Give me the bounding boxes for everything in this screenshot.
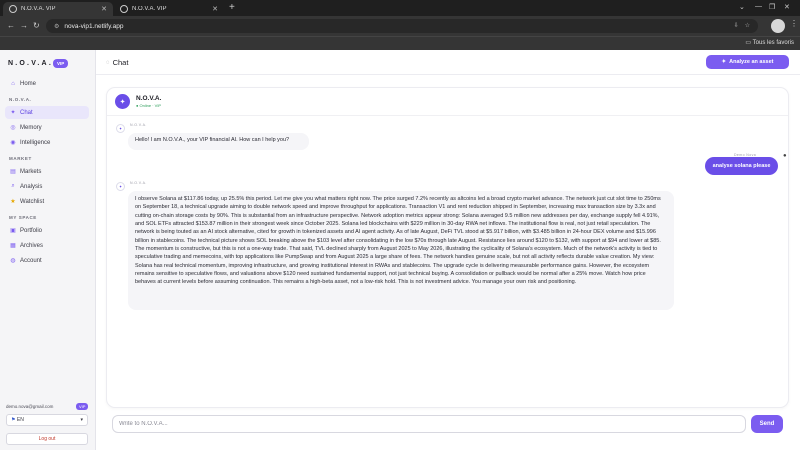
top-bar: ◌ Chat ✦ Analyze an asset [96, 50, 800, 75]
language-select[interactable]: ⚑ EN ▾ [6, 414, 88, 426]
browser-tab-active[interactable]: N.O.V.A. VIP ✕ [3, 2, 113, 16]
intelligence-icon: ◉ [10, 140, 16, 146]
sidebar-item-account[interactable]: ◍ Account [5, 254, 89, 267]
sidebar-item-portfolio[interactable]: ▣ Portfolio [5, 224, 89, 237]
chat-input[interactable] [112, 415, 746, 433]
install-icon[interactable]: ⇩ [734, 22, 739, 29]
chat-icon: ✦ [10, 110, 16, 116]
assistant-message-icon: ✦ [116, 124, 125, 133]
tab-title: N.O.V.A. VIP [21, 6, 56, 12]
account-icon: ◍ [10, 258, 16, 264]
globe-icon [120, 5, 128, 13]
home-icon: ⌂ [11, 80, 15, 87]
address-bar[interactable]: ⚙ nova-vip1.netlify.app ⇩ ☆ [46, 19, 758, 33]
tab-search-icon[interactable]: ⌄ [739, 3, 745, 11]
close-icon[interactable]: ✕ [101, 5, 107, 13]
assistant-avatar: ✦ [115, 94, 130, 109]
send-button[interactable]: Send [751, 415, 783, 433]
message-sender: N.O.V.A. [130, 181, 147, 185]
sidebar-item-home[interactable]: ⌂ Home [5, 77, 89, 90]
nav-bar: ← → ↻ ⚙ nova-vip1.netlify.app ⇩ ☆ ⋮ [0, 16, 800, 36]
star-icon: ★ [10, 199, 16, 205]
profile-avatar[interactable] [771, 19, 785, 33]
app-logo[interactable]: N.O.V.A. [8, 60, 53, 67]
user-message: analyse solana please [705, 157, 778, 175]
sidebar-item-analysis[interactable]: ⌕ Analysis [5, 180, 89, 193]
section-label-nova: N.O.V.A. [9, 97, 32, 102]
forward-icon[interactable]: → [20, 21, 28, 31]
flag-icon: ⚑ [11, 417, 16, 423]
minimize-icon[interactable]: — [755, 3, 762, 10]
globe-icon [9, 5, 17, 13]
page-title: ◌ Chat [106, 58, 129, 67]
assistant-message: Hello! I am N.O.V.A., your VIP financial… [128, 133, 309, 150]
browser-menu-icon[interactable]: ⋮ [790, 19, 798, 28]
sidebar: N.O.V.A. VIP ⌂ Home N.O.V.A. ✦ Chat ◎ Memor… [0, 50, 96, 450]
tab-bar: N.O.V.A. VIP ✕ N.O.V.A. VIP ✕ + ⌄ — ❐ ✕ [0, 0, 800, 16]
close-icon[interactable]: ✕ [212, 5, 218, 13]
language-value: EN [16, 417, 24, 423]
section-label-myspace: MY SPACE [9, 215, 37, 220]
assistant-status: ● Online · VIP [136, 103, 162, 108]
chevron-down-icon: ▾ [80, 417, 83, 423]
window-close-icon[interactable]: ✕ [784, 3, 790, 11]
user-vip-badge: VIP [76, 403, 89, 410]
divider [107, 115, 788, 116]
sidebar-item-memory[interactable]: ◎ Memory [5, 121, 89, 134]
analyze-asset-button[interactable]: ✦ Analyze an asset [706, 55, 789, 69]
assistant-message: I observe Solana at $117.86 today, up 25… [128, 191, 674, 310]
section-label-market: MARKET [9, 156, 32, 161]
sidebar-item-archives[interactable]: ▦ Archives [5, 239, 89, 252]
plus-icon: ✦ [721, 59, 727, 65]
browser-chrome: N.O.V.A. VIP ✕ N.O.V.A. VIP ✕ + ⌄ — ❐ ✕ … [0, 0, 800, 50]
archive-icon: ▦ [10, 243, 16, 249]
url-text: nova-vip1.netlify.app [64, 22, 124, 30]
sidebar-item-chat[interactable]: ✦ Chat [5, 106, 89, 119]
all-bookmarks-link[interactable]: ▭ Tous les favoris [745, 39, 794, 46]
sidebar-item-intelligence[interactable]: ◉ Intelligence [5, 136, 89, 149]
browser-tab[interactable]: N.O.V.A. VIP ✕ [114, 2, 224, 16]
user-email: demo.nova@gmail.com [6, 404, 54, 409]
bookmarks-bar: ▭ Tous les favoris [0, 36, 800, 50]
bookmark-star-icon[interactable]: ☆ [745, 22, 750, 29]
chat-bubble-icon: ◌ [106, 59, 110, 66]
site-info-icon[interactable]: ⚙ [54, 23, 59, 30]
assistant-message-icon: ✦ [116, 182, 125, 191]
message-sender: N.O.V.A. [130, 123, 147, 127]
maximize-icon[interactable]: ❐ [769, 3, 775, 11]
analysis-icon: ⌕ [11, 183, 15, 189]
logout-button[interactable]: Log out [6, 433, 88, 445]
user-icon: ● [783, 153, 787, 159]
memory-icon: ◎ [10, 125, 16, 131]
back-icon[interactable]: ← [7, 21, 15, 31]
reload-icon[interactable]: ↻ [33, 21, 40, 31]
chat-panel: ✦ N.O.V.A. ● Online · VIP ✦ N.O.V.A. Hel… [106, 87, 789, 408]
main-content: ◌ Chat ✦ Analyze an asset ✦ N.O.V.A. ● O… [96, 50, 800, 450]
markets-icon: ▤ [10, 169, 16, 175]
assistant-name: N.O.V.A. [136, 95, 162, 102]
sidebar-item-watchlist[interactable]: ★ Watchlist [5, 195, 89, 208]
sidebar-item-markets[interactable]: ▤ Markets [5, 165, 89, 178]
vip-badge: VIP [53, 59, 69, 68]
tab-title: N.O.V.A. VIP [132, 6, 167, 12]
new-tab-icon[interactable]: + [229, 3, 235, 13]
portfolio-icon: ▣ [10, 228, 16, 234]
